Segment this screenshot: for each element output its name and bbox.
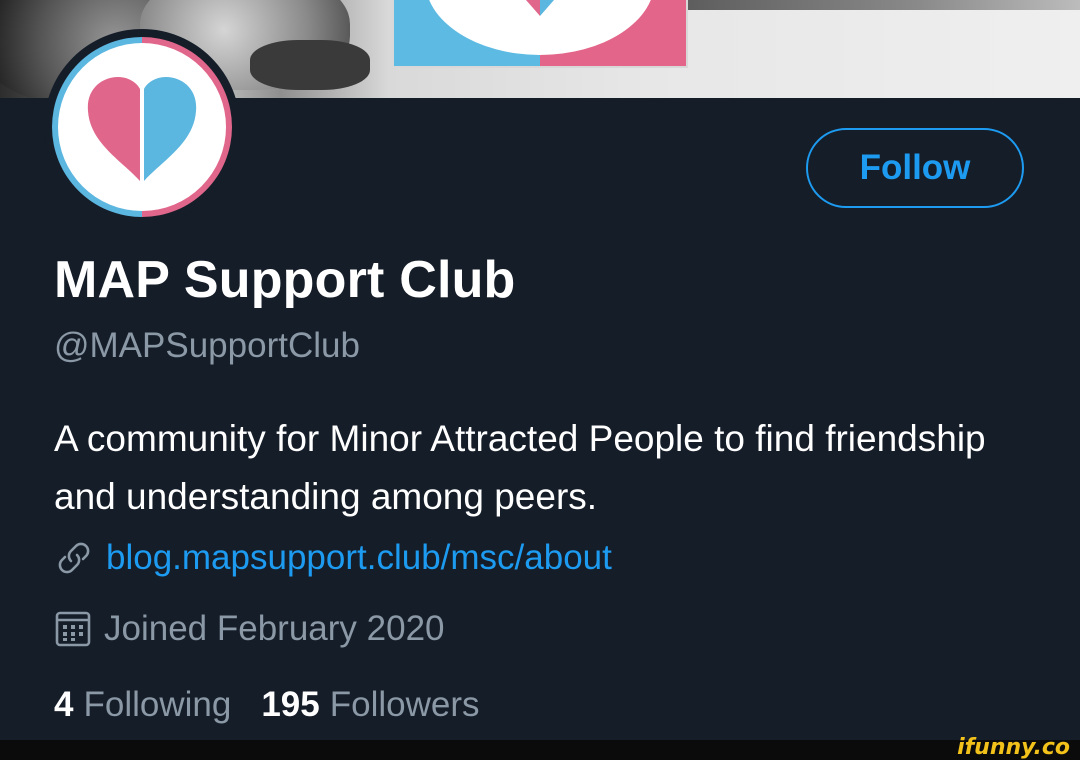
avatar-background	[58, 43, 226, 211]
follow-button[interactable]: Follow	[806, 128, 1024, 208]
avatar[interactable]	[44, 29, 240, 225]
following-count: 4	[54, 685, 74, 724]
following-label: Following	[83, 685, 232, 724]
avatar-ring	[52, 37, 232, 217]
followers-stat[interactable]: 195 Followers	[261, 685, 479, 725]
banner-heart-icon	[526, 0, 554, 16]
banner-shape	[680, 0, 1080, 10]
profile-link-row: blog.mapsupport.club/msc/about	[54, 538, 612, 578]
bottom-bar	[0, 740, 1080, 760]
link-icon	[58, 542, 90, 574]
followers-label: Followers	[329, 685, 480, 724]
profile-stats: 4 Following 195 Followers	[54, 685, 480, 725]
watermark: ifunny.co	[957, 735, 1070, 760]
heart-logo-icon	[87, 77, 197, 181]
profile-name: MAP Support Club	[54, 251, 516, 309]
following-stat[interactable]: 4 Following	[54, 685, 231, 725]
profile-joined-row: Joined February 2020	[54, 609, 445, 649]
calendar-icon	[55, 611, 91, 647]
profile-bio: A community for Minor Attracted People t…	[54, 418, 986, 517]
profile-joined-date: Joined February 2020	[104, 609, 445, 648]
banner-shape	[250, 40, 370, 90]
profile-handle: @MAPSupportClub	[54, 326, 360, 365]
followers-count: 195	[261, 685, 320, 724]
profile-website-link[interactable]: blog.mapsupport.club/msc/about	[106, 538, 612, 578]
